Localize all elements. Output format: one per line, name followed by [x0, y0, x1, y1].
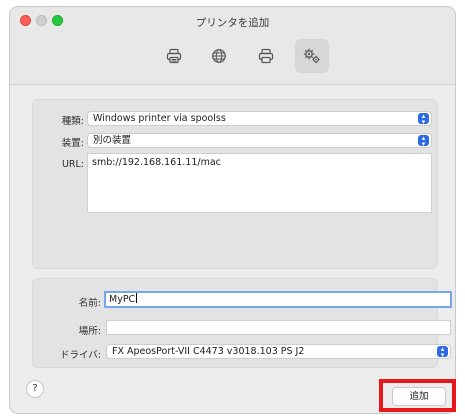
name-field[interactable]: MyPC: [104, 291, 452, 308]
device-select[interactable]: 別の装置 ▴ ▾: [87, 133, 432, 148]
toolbar-default-button[interactable]: [157, 39, 191, 73]
name-field-value: MyPC: [109, 294, 136, 305]
titlebar: プリンタを追加: [10, 7, 455, 85]
name-label: 名前:: [78, 298, 101, 309]
chevron-updown-icon: ▴ ▾: [418, 113, 429, 125]
device-label: 装置:: [61, 138, 84, 149]
driver-label: ドライバ:: [59, 350, 101, 361]
add-button-highlight: [379, 379, 456, 412]
printer-icon: [166, 48, 182, 64]
gears-icon: [303, 48, 320, 64]
driver-select-value: FX ApeosPort-VII C4473 v3018.103 PS J2: [112, 346, 305, 357]
type-select-value: Windows printer via spoolss: [93, 113, 226, 124]
url-label: URL:: [61, 159, 84, 170]
type-select[interactable]: Windows printer via spoolss ▴ ▾: [87, 111, 432, 126]
help-button[interactable]: ?: [26, 380, 44, 398]
add-printer-window: プリンタを追加 種類: Windows printer via spoolss …: [9, 6, 456, 414]
type-label: 種類:: [61, 116, 84, 127]
toolbar-ip-button[interactable]: [202, 39, 236, 73]
toolbar-advanced-button[interactable]: [295, 39, 329, 73]
device-select-value: 別の装置: [93, 135, 132, 146]
globe-icon: [212, 49, 226, 63]
toolbar-windows-button[interactable]: [249, 39, 283, 73]
window-title: プリンタを追加: [195, 17, 270, 29]
url-field[interactable]: smb://192.168.161.11/mac: [87, 153, 432, 213]
location-label: 場所:: [78, 326, 101, 337]
printer-icon: [258, 48, 274, 64]
text-caret: [136, 293, 138, 303]
chevron-updown-icon: ▴ ▾: [437, 346, 448, 358]
driver-select[interactable]: FX ApeosPort-VII C4473 v3018.103 PS J2 ▴…: [106, 344, 451, 359]
location-field[interactable]: [106, 320, 451, 335]
chevron-updown-icon: ▴ ▾: [418, 135, 429, 147]
